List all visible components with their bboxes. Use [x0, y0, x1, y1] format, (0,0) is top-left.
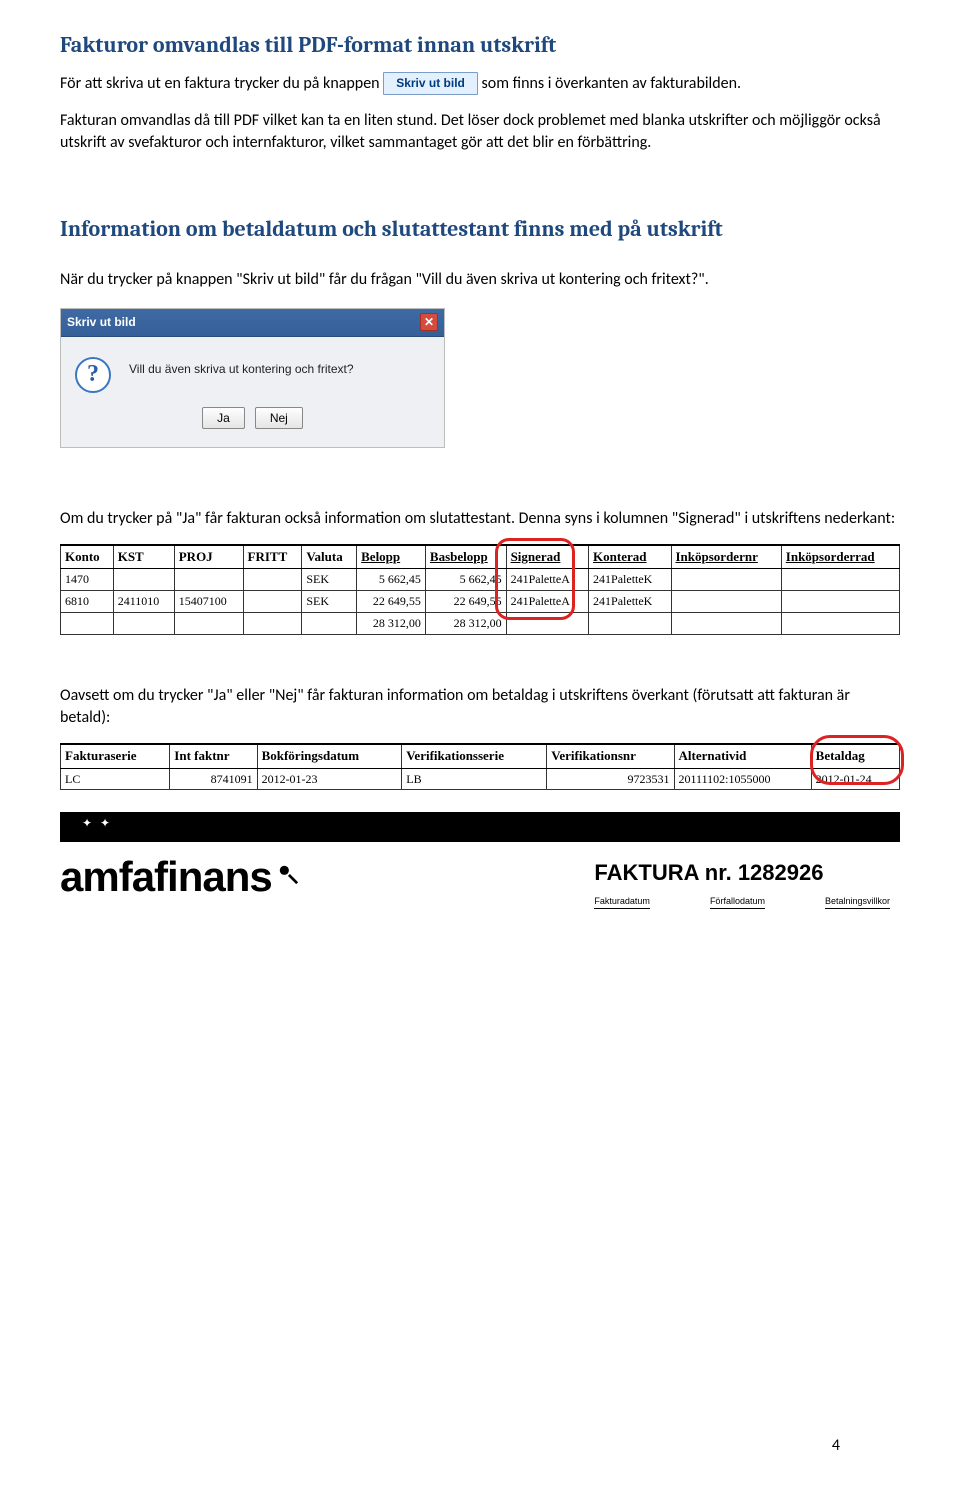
blackbar-decor: ✦ ✦ — [82, 815, 110, 832]
cell: 15407100 — [174, 590, 243, 612]
label-fakturadatum: Fakturadatum — [594, 895, 650, 909]
th-proj: PROJ — [174, 545, 243, 569]
th-basbelopp: Basbelopp — [425, 545, 506, 569]
cell: 2411010 — [113, 590, 174, 612]
label-forfallodatum: Förfallodatum — [710, 895, 765, 909]
cell: 22 649,55 — [357, 590, 426, 612]
dialog-message: Vill du även skriva ut kontering och fri… — [129, 357, 354, 378]
th-verifikationsnr: Verifikationsnr — [547, 744, 674, 768]
close-icon[interactable]: ✕ — [420, 313, 438, 331]
text-after-button: som finns i överkanten av fakturabilden. — [482, 74, 742, 93]
cell — [781, 612, 899, 634]
heading-pdf-format: Fakturor omvandlas till PDF-format innan… — [60, 30, 900, 61]
dialog-titlebar: Skriv ut bild ✕ — [61, 309, 444, 337]
cell: 241PaletteA — [506, 569, 588, 591]
th-signerad: Signerad — [506, 545, 588, 569]
confirm-dialog: Skriv ut bild ✕ ? Vill du även skriva ut… — [60, 308, 445, 448]
cell — [113, 612, 174, 634]
th-bokforingsdatum: Bokföringsdatum — [257, 744, 402, 768]
paragraph-2: Fakturan omvandlas då till PDF vilket ka… — [60, 110, 900, 155]
paragraph-4: Om du trycker på "Ja" får fakturan också… — [60, 508, 900, 530]
th-inkopsordernr: Inköpsordernr — [671, 545, 781, 569]
cell: SEK — [302, 590, 357, 612]
table-header-row: Konto KST PROJ FRITT Valuta Belopp Basbe… — [61, 545, 900, 569]
cell — [671, 569, 781, 591]
logo-mark-icon — [277, 863, 299, 885]
cell: 9723531 — [547, 768, 674, 790]
invoice-number: FAKTURA nr. 1282926 — [594, 858, 890, 889]
cell — [113, 569, 174, 591]
betaldag-table-wrap: Fakturaserie Int faktnr Bokföringsdatum … — [60, 743, 900, 790]
cell — [243, 590, 302, 612]
cell — [781, 569, 899, 591]
cell: 8741091 — [170, 768, 257, 790]
table-row: 28 312,00 28 312,00 — [61, 612, 900, 634]
cell: 241PaletteK — [589, 569, 671, 591]
th-alternativid: Alternativid — [674, 744, 811, 768]
th-fritt: FRITT — [243, 545, 302, 569]
table-header-row: Fakturaserie Int faktnr Bokföringsdatum … — [61, 744, 900, 768]
cell: LC — [61, 768, 170, 790]
table-row: LC 8741091 2012-01-23 LB 9723531 2011110… — [61, 768, 900, 790]
th-verifikationsserie: Verifikationsserie — [402, 744, 547, 768]
cell: 6810 — [61, 590, 114, 612]
th-konterad: Konterad — [589, 545, 671, 569]
paragraph-1: För att skriva ut en faktura trycker du … — [60, 73, 900, 96]
table-row: 6810 2411010 15407100 SEK 22 649,55 22 6… — [61, 590, 900, 612]
th-intfaktnr: Int faktnr — [170, 744, 257, 768]
cell — [781, 590, 899, 612]
cell: SEK — [302, 569, 357, 591]
cell: 5 662,45 — [425, 569, 506, 591]
label-betalningsvillkor: Betalningsvillkor — [825, 895, 890, 909]
cell — [174, 612, 243, 634]
cell — [243, 612, 302, 634]
cell — [671, 590, 781, 612]
fakturainfo-table: Fakturaserie Int faktnr Bokföringsdatum … — [60, 743, 900, 790]
cell — [589, 612, 671, 634]
cell: 28 312,00 — [357, 612, 426, 634]
cell — [302, 612, 357, 634]
cell — [243, 569, 302, 591]
th-kst: KST — [113, 545, 174, 569]
yes-button[interactable]: Ja — [202, 407, 245, 429]
cell — [174, 569, 243, 591]
th-fakturaserie: Fakturaserie — [61, 744, 170, 768]
paragraph-5: Oavsett om du trycker "Ja" eller "Nej" f… — [60, 685, 900, 730]
kontering-table: Konto KST PROJ FRITT Valuta Belopp Basbe… — [60, 544, 900, 635]
table-row: 1470 SEK 5 662,45 5 662,45 241PaletteA 2… — [61, 569, 900, 591]
cell — [671, 612, 781, 634]
th-konto: Konto — [61, 545, 114, 569]
cell: 2012-01-23 — [257, 768, 402, 790]
invoice-header-snippet: ✦ ✦ amfafinans FAKTURA nr. 1282926 Faktu… — [60, 812, 900, 908]
signerad-table-wrap: Konto KST PROJ FRITT Valuta Belopp Basbe… — [60, 544, 900, 635]
th-betaldag: Betaldag — [811, 744, 899, 768]
cell: 22 649,55 — [425, 590, 506, 612]
th-belopp: Belopp — [357, 545, 426, 569]
cell: 2012-01-24 — [811, 768, 899, 790]
print-image-button[interactable]: Skriv ut bild — [383, 72, 478, 95]
cell: 28 312,00 — [425, 612, 506, 634]
cell: 1470 — [61, 569, 114, 591]
cell — [506, 612, 588, 634]
dialog-title: Skriv ut bild — [67, 314, 136, 331]
th-valuta: Valuta — [302, 545, 357, 569]
cell: 241PaletteK — [589, 590, 671, 612]
heading-betaldatum: Information om betaldatum och slutattest… — [60, 214, 900, 245]
no-button[interactable]: Nej — [255, 407, 303, 429]
text-before-button: För att skriva ut en faktura trycker du … — [60, 74, 383, 93]
paragraph-3: När du trycker på knappen "Skriv ut bild… — [60, 269, 900, 291]
cell: LB — [402, 768, 547, 790]
page-number: 4 — [832, 1435, 840, 1457]
cell: 5 662,45 — [357, 569, 426, 591]
cell — [61, 612, 114, 634]
question-icon: ? — [75, 357, 111, 393]
cell: 20111102:1055000 — [674, 768, 811, 790]
th-inkopsorderrad: Inköpsorderrad — [781, 545, 899, 569]
cell: 241PaletteA — [506, 590, 588, 612]
company-logo: amfafinans — [60, 847, 272, 900]
